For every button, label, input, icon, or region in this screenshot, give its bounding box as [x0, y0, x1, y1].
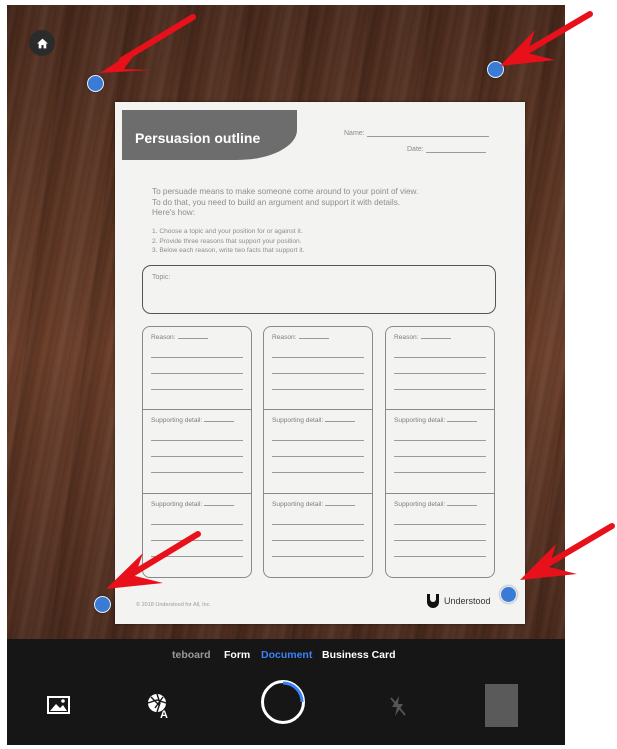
image-gallery-icon: [47, 696, 70, 714]
mode-form[interactable]: Form: [224, 649, 250, 661]
date-field: Date:: [407, 146, 486, 153]
crop-handle-bottom-right[interactable]: [500, 586, 517, 603]
step-item: 2. Provide three reasons that support yo…: [152, 237, 302, 245]
flash-button[interactable]: [389, 695, 407, 722]
reason-column-1: Reason: Supporting detail: Supporting de…: [142, 326, 252, 578]
copyright-text: © 2018 Understood for All, Inc.: [136, 602, 211, 608]
home-icon: [36, 38, 48, 48]
capture-mode-selector: teboard Form Document Business Card: [7, 649, 565, 665]
supporting-detail-label: Supporting detail:: [272, 501, 356, 508]
reason-column-3: Reason: Supporting detail: Supporting de…: [385, 326, 495, 578]
topic-box: Topic:: [142, 265, 496, 314]
crop-handle-top-left[interactable]: [87, 75, 104, 92]
crop-handle-bottom-left[interactable]: [94, 596, 111, 613]
intro-line: To persuade means to make someone come a…: [152, 187, 419, 196]
last-capture-thumbnail[interactable]: [485, 684, 518, 727]
reason-label: Reason:: [272, 334, 329, 341]
shutter-progress-ring: [282, 681, 304, 703]
brand-logo: Understood: [427, 594, 491, 608]
camera-viewport[interactable]: Persuasion outline Name: Date: To persua…: [7, 5, 565, 639]
topic-label: Topic:: [152, 274, 171, 281]
name-label: Name:: [344, 130, 365, 137]
date-label: Date:: [407, 146, 424, 153]
intro-line: To do that, you need to build an argumen…: [152, 197, 401, 207]
mode-whiteboard[interactable]: teboard: [172, 649, 211, 661]
mode-document[interactable]: Document: [261, 649, 312, 661]
reason-label: Reason:: [151, 334, 208, 341]
shutter-button[interactable]: [261, 680, 305, 724]
crop-handle-top-right[interactable]: [487, 61, 504, 78]
reason-column-2: Reason: Supporting detail: Supporting de…: [263, 326, 373, 578]
document-title: Persuasion outline: [135, 130, 261, 146]
name-field: Name:: [344, 130, 489, 137]
supporting-detail-label: Supporting detail:: [394, 417, 478, 424]
supporting-detail-label: Supporting detail:: [151, 501, 235, 508]
scanned-document: Persuasion outline Name: Date: To persua…: [115, 102, 525, 624]
mode-business-card[interactable]: Business Card: [322, 649, 396, 661]
understood-logo-icon: [427, 594, 439, 608]
step-item: 3. Below each reason, write two facts th…: [152, 247, 305, 254]
home-button[interactable]: [29, 30, 55, 56]
aperture-auto-icon: A: [147, 693, 168, 721]
filter-button[interactable]: A: [147, 693, 171, 724]
intro-text: To persuade means to make someone come a…: [152, 187, 472, 219]
steps-list: 1. Choose a topic and your position for …: [152, 227, 482, 256]
intro-line: Here's how:: [152, 208, 195, 217]
reason-label: Reason:: [394, 334, 451, 341]
flash-off-icon: [390, 696, 406, 716]
supporting-detail-label: Supporting detail:: [272, 417, 356, 424]
svg-text:A: A: [160, 709, 168, 719]
gallery-button[interactable]: [47, 696, 70, 719]
supporting-detail-label: Supporting detail:: [151, 417, 235, 424]
supporting-detail-label: Supporting detail:: [394, 501, 478, 508]
step-item: 1. Choose a topic and your position for …: [152, 228, 303, 235]
camera-controls: teboard Form Document Business Card A: [7, 639, 565, 745]
brand-name: Understood: [444, 596, 491, 606]
